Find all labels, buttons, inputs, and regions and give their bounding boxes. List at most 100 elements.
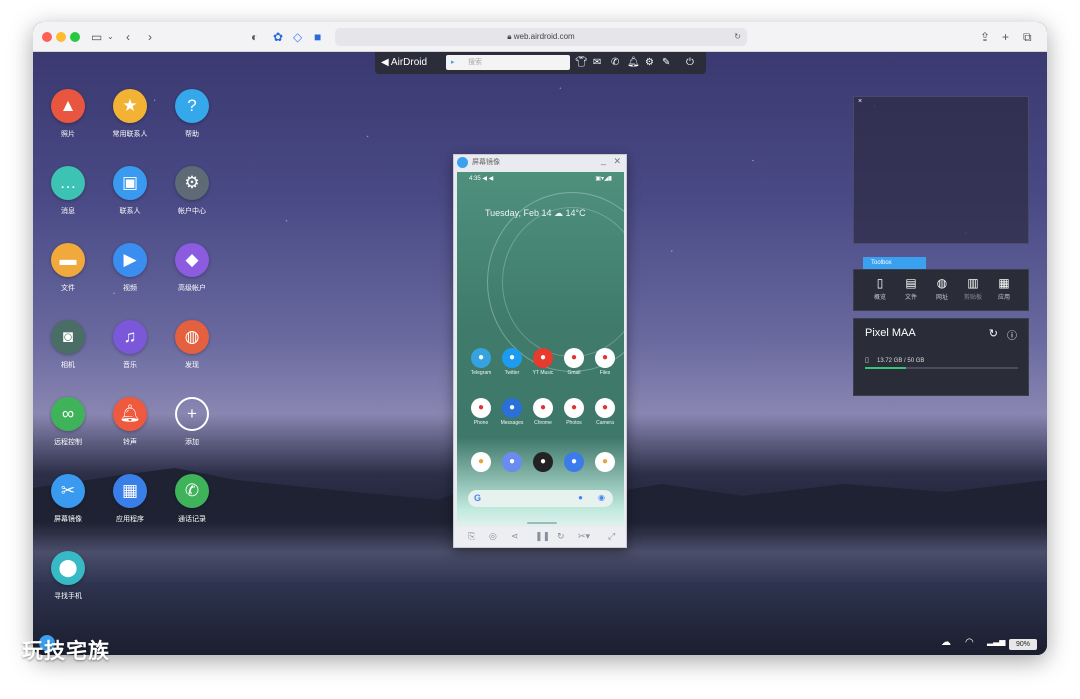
desktop-icon-label: 通话记录	[178, 516, 206, 523]
close-icon[interactable]: ✕	[613, 156, 621, 167]
chevron-down-icon[interactable]: ⌄	[107, 29, 114, 45]
reload-icon[interactable]: ↻	[734, 28, 741, 46]
desktop-icon-13[interactable]: ∞ 远程控制	[38, 397, 98, 447]
address-bar[interactable]: 🔒︎ web.airdroid.com ↻	[335, 28, 747, 46]
toolbox-item-4[interactable]: ▥ 剪贴板	[958, 276, 988, 301]
mirror-titlebar[interactable]: 屏幕镜像 _ ✕	[454, 155, 626, 171]
desktop-icon-8[interactable]: ▶ 视频	[100, 243, 160, 293]
desktop-icon-10[interactable]: ◙ 相机	[38, 320, 98, 370]
share-icon[interactable]: ⇪	[980, 29, 990, 45]
desktop-icon-18[interactable]: ✆ 通话记录	[162, 474, 222, 524]
desktop-icon-12[interactable]: ◍ 发现	[162, 320, 222, 370]
minimize-window-button[interactable]	[56, 32, 66, 42]
app-icon: ●	[595, 348, 615, 368]
toolbox-tab[interactable]: Toolbox	[863, 257, 926, 269]
lens-icon[interactable]: ◉	[598, 493, 605, 502]
forward-icon[interactable]: ›	[148, 29, 152, 45]
phone-app-gmail[interactable]: ● Gmail	[558, 348, 590, 376]
tabs-overview-icon[interactable]: ⧉	[1023, 29, 1032, 45]
phone-call-icon[interactable]: ✆	[611, 56, 619, 70]
dock-app-5[interactable]: ●	[589, 452, 621, 472]
close-icon[interactable]: ×	[858, 98, 862, 105]
scissors-icon[interactable]: ✂▾	[578, 531, 590, 542]
dock-app-4[interactable]: ●	[558, 452, 590, 472]
back-icon[interactable]: ‹	[126, 29, 130, 45]
power-icon[interactable]: ⏻	[686, 56, 694, 70]
app-icon: ●	[564, 348, 584, 368]
dock-app-3[interactable]: ●	[527, 452, 559, 472]
pause-icon[interactable]: ❚❚	[535, 531, 550, 542]
toolbox-item-1[interactable]: ▯ 概览	[865, 276, 895, 301]
pen-icon[interactable]: ✎	[662, 56, 670, 70]
screen-mirror-window[interactable]: 屏幕镜像 _ ✕ 4:35 ◀ ◀ ▣▾◢▮ Tuesday, Feb 14 ☁…	[453, 154, 627, 548]
fullscreen-icon[interactable]: ⤢	[608, 531, 615, 542]
google-search-bar[interactable]: G ● ◉	[468, 490, 613, 507]
help-icon: ?	[175, 89, 209, 123]
shirt-icon[interactable]: 👕︎	[575, 56, 588, 70]
new-tab-icon[interactable]: +	[1002, 29, 1009, 45]
desktop-icon-17[interactable]: ▦ 应用程序	[100, 474, 160, 524]
desktop-icon-19[interactable]: ⬤ 寻找手机	[38, 551, 98, 601]
rotate-icon[interactable]: ↻	[557, 531, 565, 542]
toolbox-item-5[interactable]: ▦ 应用	[989, 276, 1019, 301]
watermark-logo: 玩技宅族	[22, 640, 110, 663]
mic-icon[interactable]: ●	[578, 493, 583, 502]
phone-screen[interactable]: 4:35 ◀ ◀ ▣▾◢▮ Tuesday, Feb 14 ☁ 14°C ● Te…	[457, 172, 624, 526]
gear-icon: ⚙	[175, 166, 209, 200]
screenshot-icon[interactable]: ⎘	[468, 531, 475, 542]
cloud-icon[interactable]: ☁	[941, 637, 951, 648]
sidebar-icon[interactable]: ▭	[91, 29, 102, 45]
phone-app-telegram[interactable]: ● Telegram	[465, 348, 497, 376]
google-icon: G	[474, 493, 482, 503]
desktop-icon-4[interactable]: … 消息	[38, 166, 98, 216]
phone-app-camera[interactable]: ● Camera	[589, 398, 621, 426]
dock-app-2[interactable]: ●	[496, 452, 528, 472]
desktop-icon-11[interactable]: ♫ 音乐	[100, 320, 160, 370]
minimize-icon[interactable]: _	[601, 155, 606, 165]
share-icon[interactable]: ⋖	[511, 531, 519, 542]
desktop-icon-6[interactable]: ⚙ 帐户中心	[162, 166, 222, 216]
toolbox-item-3[interactable]: ◍ 网址	[927, 276, 957, 301]
photo-icon: ▲	[51, 89, 85, 123]
bitwarden-icon[interactable]: ■	[314, 29, 321, 45]
desktop-icon-14[interactable]: 🔔︎ 铃声	[100, 397, 160, 447]
refresh-icon[interactable]: ↻	[989, 327, 998, 340]
phone-app-phone[interactable]: ● Phone	[465, 398, 497, 426]
info-icon[interactable]: ⓘ	[1007, 327, 1017, 342]
desktop-icon-9[interactable]: ◆ 高级帐户	[162, 243, 222, 293]
desktop-icon-16[interactable]: ✂ 屏幕镜像	[38, 474, 98, 524]
app-icon: ●	[471, 348, 491, 368]
phone-app-chrome[interactable]: ● Chrome	[527, 398, 559, 426]
desktop-icon-2[interactable]: ★ 常用联系人	[100, 89, 160, 139]
date-weather: Tuesday, Feb 14 ☁ 14°C	[485, 208, 586, 218]
toolbox-item-2[interactable]: ▤ 文件	[896, 276, 926, 301]
phone-app-photos[interactable]: ● Photos	[558, 398, 590, 426]
toolbox-item-label: 文件	[904, 295, 917, 301]
desktop-icon-7[interactable]: ▬ 文件	[38, 243, 98, 293]
gear-icon[interactable]: ⚙	[645, 56, 654, 70]
privacy-icon[interactable]: ◐	[251, 29, 258, 45]
search-input[interactable]: ▸ 搜索	[446, 55, 570, 70]
desktop-icon-1[interactable]: ▲ 照片	[38, 89, 98, 139]
record-icon[interactable]: ◎	[489, 531, 497, 542]
extension-icon[interactable]: ✿	[273, 29, 283, 45]
desktop-icon-label: 文件	[61, 285, 75, 292]
desktop-icon-3[interactable]: ? 帮助	[162, 89, 222, 139]
dock-app-1[interactable]: ●	[465, 452, 497, 472]
mail-icon[interactable]: ✉	[593, 56, 601, 70]
phone-app-messages[interactable]: ● Messages	[496, 398, 528, 426]
airdroid-logo: ◀ AirDroid	[381, 57, 428, 68]
bell-icon[interactable]: 🔔︎	[627, 56, 640, 70]
shield-icon[interactable]: ◇	[293, 29, 302, 45]
desktop-icon-label: 音乐	[123, 362, 137, 369]
desktop-icon-5[interactable]: ▣ 联系人	[100, 166, 160, 216]
phone-app-yt-music[interactable]: ● YT Music	[527, 348, 559, 376]
phone-app-files[interactable]: ● Files	[589, 348, 621, 376]
zoom-window-button[interactable]	[70, 32, 80, 42]
desktop-icon-label: 添加	[185, 439, 199, 446]
desktop-icon-15[interactable]: + 添加	[162, 397, 222, 447]
app-label: Telegram	[470, 370, 492, 376]
app-label: Chrome	[534, 420, 552, 426]
close-window-button[interactable]	[42, 32, 52, 42]
phone-app-twitter[interactable]: ● Twitter	[496, 348, 528, 376]
